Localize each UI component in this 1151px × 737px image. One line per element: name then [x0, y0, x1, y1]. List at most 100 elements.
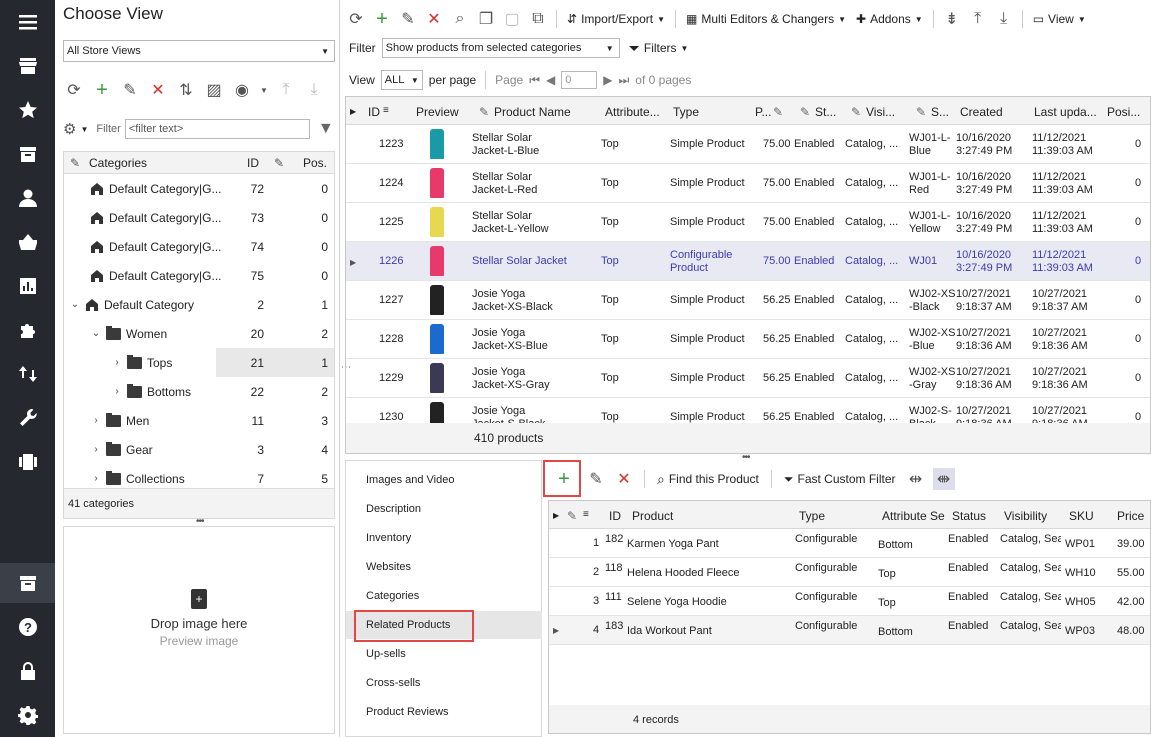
- delete-icon[interactable]: ✕: [613, 468, 635, 490]
- collapse-arrow-icon[interactable]: ›: [91, 473, 101, 484]
- split-columns-icon[interactable]: ⇼: [932, 468, 955, 490]
- next-page-icon[interactable]: ▶: [603, 73, 612, 87]
- table-row[interactable]: 1224 Stellar Solar Jacket-L-Red Top Simple P…: [346, 164, 1150, 203]
- chevron-down-icon[interactable]: ▼: [80, 125, 88, 134]
- table-row[interactable]: 1225 Stellar Solar Jacket-L-Yellow Top Simpl…: [346, 203, 1150, 242]
- collapse-arrow-icon[interactable]: ›: [91, 415, 101, 426]
- tab-description[interactable]: Description: [366, 503, 421, 515]
- tree-row[interactable]: › Men 11 3: [64, 406, 334, 435]
- star-icon[interactable]: [0, 90, 55, 130]
- collapse-arrow-icon[interactable]: ›: [91, 444, 101, 455]
- collapse-arrow-icon[interactable]: ›: [112, 357, 122, 368]
- copy-icon[interactable]: ❐: [475, 8, 497, 30]
- col-product-name[interactable]: Product Name: [494, 105, 571, 119]
- user-icon[interactable]: [0, 178, 55, 218]
- wrench-icon[interactable]: [0, 398, 55, 438]
- table-row[interactable]: 1229 Josie Yoga Jacket-XS-Gray Top Simple Pr…: [346, 359, 1150, 398]
- col-product[interactable]: Product: [632, 509, 673, 523]
- fast-custom-filter-button[interactable]: ⏷ Fast Custom Filter: [781, 472, 899, 487]
- collapse-arrow-icon[interactable]: ›: [112, 386, 122, 397]
- store-icon[interactable]: [0, 46, 55, 86]
- col-visibility[interactable]: Visibility: [1004, 509, 1047, 523]
- help-icon[interactable]: ?: [0, 607, 55, 647]
- chevron-down-icon[interactable]: ▼: [259, 79, 269, 101]
- swap-icon[interactable]: [0, 354, 55, 394]
- tree-row[interactable]: Default Category|G... 74 0: [64, 232, 334, 261]
- tab-websites[interactable]: Websites: [366, 561, 411, 573]
- sort-az-icon[interactable]: ⇟: [941, 8, 963, 30]
- delete-icon[interactable]: ✕: [423, 8, 445, 30]
- col-sku[interactable]: S...: [931, 105, 949, 119]
- delete-icon[interactable]: ✕: [147, 79, 169, 101]
- tree-row[interactable]: › Bottoms 22 2: [64, 377, 334, 406]
- search-icon[interactable]: ⌕: [449, 8, 471, 30]
- duplicate-icon[interactable]: ⧉: [527, 8, 549, 30]
- tab-cross-sells[interactable]: Cross-sells: [366, 677, 420, 689]
- edit-icon[interactable]: ✎: [585, 468, 607, 490]
- chart-icon[interactable]: [0, 266, 55, 306]
- prev-page-icon[interactable]: ◀: [546, 73, 555, 87]
- refresh-icon[interactable]: ⟳: [345, 8, 367, 30]
- image-drop-area[interactable]: + Drop image here Preview image: [63, 526, 335, 734]
- table-row[interactable]: 1 182 Karmen Yoga Pant Configurable Bottom En…: [549, 529, 1150, 558]
- funnel-icon[interactable]: ▼: [318, 120, 334, 138]
- archive-icon[interactable]: [0, 563, 55, 603]
- header-id[interactable]: ID: [247, 156, 259, 170]
- col-sku[interactable]: SKU: [1069, 509, 1094, 523]
- find-product-button[interactable]: ⌕ Find this Product: [654, 471, 762, 488]
- first-page-icon[interactable]: ⏮: [529, 73, 540, 88]
- col-updated[interactable]: Last upda...: [1034, 105, 1097, 119]
- col-created[interactable]: Created: [960, 105, 1003, 119]
- tree-row[interactable]: ⌄ Women 20 2: [64, 319, 334, 348]
- table-row[interactable]: 1228 Josie Yoga Jacket-XS-Blue Top Simple Pr…: [346, 320, 1150, 359]
- tree-row[interactable]: › Tops 21 1: [64, 348, 334, 377]
- tab-categories[interactable]: Categories: [366, 590, 419, 602]
- category-filter-select[interactable]: Show products from selected categories ▼: [381, 38, 620, 58]
- tree-row[interactable]: Default Category|G... 73 0: [64, 203, 334, 232]
- import-export-button[interactable]: ⇵ Import/Export ▼: [564, 12, 668, 26]
- table-row[interactable]: ▶ 1226 Stellar Solar Jacket Top Configurable…: [346, 242, 1150, 281]
- eye-icon[interactable]: ◉: [231, 79, 253, 101]
- col-type[interactable]: Type: [799, 509, 825, 523]
- col-id[interactable]: ID: [609, 509, 621, 523]
- col-visibility[interactable]: Visi...: [866, 105, 895, 119]
- tree-row[interactable]: Default Category|G... 72 0: [64, 174, 334, 203]
- table-row[interactable]: 3 111 Selene Yoga Hoodie Configurable Top Ena…: [549, 587, 1150, 616]
- move-down-icon[interactable]: ⤓: [993, 8, 1015, 30]
- col-type[interactable]: Type: [673, 105, 699, 119]
- move-up-icon[interactable]: ⤒: [967, 8, 989, 30]
- col-status[interactable]: St...: [815, 105, 836, 119]
- table-row[interactable]: 1227 Josie Yoga Jacket-XS-Black Top Simple P…: [346, 281, 1150, 320]
- tab-up-sells[interactable]: Up-sells: [366, 648, 406, 660]
- box-icon[interactable]: [0, 134, 55, 174]
- tree-row[interactable]: › Gear 34: [64, 435, 334, 464]
- view-button[interactable]: ▭ View ▼: [1030, 12, 1089, 26]
- col-position[interactable]: Posi...: [1107, 105, 1140, 119]
- table-row[interactable]: 2 118 Helena Hooded Fleece Configurable Top E…: [549, 558, 1150, 587]
- expand-arrow-icon[interactable]: ⌄: [91, 328, 101, 339]
- tree-row[interactable]: Default Category|G... 75 0: [64, 261, 334, 290]
- table-row[interactable]: ▶ 4 183 Ida Workout Pant Configurable Bottom E…: [549, 616, 1150, 645]
- basket-icon[interactable]: [0, 222, 55, 262]
- puzzle-icon[interactable]: [0, 310, 55, 350]
- edit-icon[interactable]: ✎: [119, 79, 141, 101]
- splitter-handle[interactable]: •••: [742, 452, 750, 463]
- col-attribute[interactable]: Attribute...: [605, 105, 660, 119]
- add-icon[interactable]: +: [371, 8, 393, 30]
- table-row[interactable]: 1223 Stellar Solar Jacket-L-Blue Top Simple …: [346, 125, 1150, 164]
- last-page-icon[interactable]: ⏭: [618, 73, 629, 88]
- image-icon[interactable]: ▨: [203, 79, 225, 101]
- filters-button[interactable]: ⏷ Filters ▼: [626, 40, 692, 57]
- page-size-select[interactable]: ALL ▼: [380, 70, 423, 90]
- refresh-icon[interactable]: ⟳: [63, 79, 85, 101]
- col-price[interactable]: Price: [1117, 509, 1144, 523]
- expand-arrow-icon[interactable]: ⌄: [70, 299, 80, 310]
- col-price[interactable]: P...: [755, 105, 771, 119]
- header-pos[interactable]: Pos.: [303, 156, 327, 170]
- edit-icon[interactable]: ✎: [397, 8, 419, 30]
- header-categories[interactable]: Categories: [89, 156, 147, 170]
- multi-editors-button[interactable]: ▦ Multi Editors & Changers ▼: [683, 12, 849, 26]
- lock-icon[interactable]: [0, 651, 55, 691]
- addons-button[interactable]: ✚ Addons ▼: [853, 12, 926, 26]
- menu-icon[interactable]: [0, 2, 55, 42]
